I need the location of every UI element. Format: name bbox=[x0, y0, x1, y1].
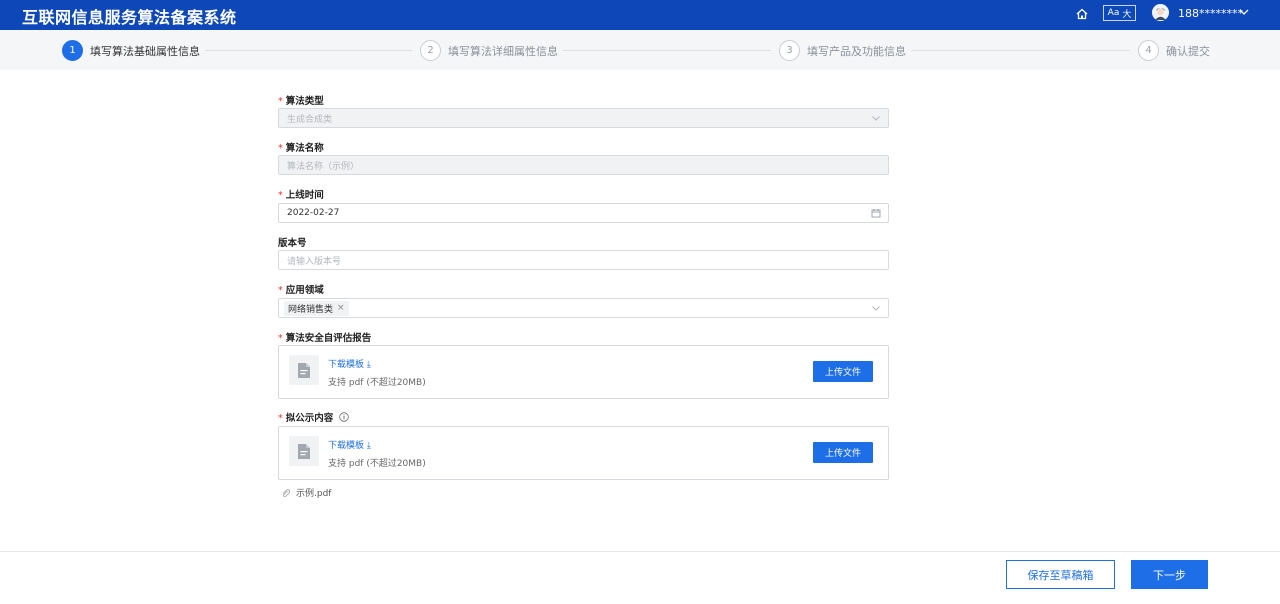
required-mark: * bbox=[278, 143, 283, 154]
algo-name-placeholder: 算法名称（示例） bbox=[287, 161, 360, 172]
app-title: 互联网信息服务算法备案系统 bbox=[22, 8, 237, 27]
version-input[interactable]: 请输入版本号 bbox=[278, 250, 889, 270]
step-connector bbox=[205, 50, 412, 51]
required-mark: * bbox=[278, 190, 283, 201]
font-small-label: Aa bbox=[1107, 8, 1120, 18]
step-connector bbox=[563, 50, 771, 51]
step-number: 3 bbox=[779, 40, 800, 61]
public-content-label: * 拟公示内容 bbox=[278, 410, 349, 424]
top-header: 互联网信息服务算法备案系统 Aa 大 188******** bbox=[0, 0, 1280, 30]
step-1[interactable]: 1 填写算法基础属性信息 bbox=[62, 40, 200, 61]
chevron-down-icon[interactable] bbox=[1238, 6, 1250, 18]
required-mark: * bbox=[278, 285, 283, 296]
version-label: 版本号 bbox=[278, 238, 307, 249]
step-4[interactable]: 4 确认提交 bbox=[1138, 40, 1210, 61]
step-label: 确认提交 bbox=[1166, 44, 1210, 58]
algo-type-label: * 算法类型 bbox=[278, 96, 324, 107]
step-number: 4 bbox=[1138, 40, 1159, 61]
font-large-label: 大 bbox=[1122, 9, 1132, 20]
self-report-label: * 算法安全自评估报告 bbox=[278, 333, 372, 344]
step-label: 填写算法基础属性信息 bbox=[90, 44, 200, 58]
step-label: 填写产品及功能信息 bbox=[807, 44, 906, 58]
upload-file-button[interactable]: 上传文件 bbox=[813, 442, 873, 463]
algo-type-value: 生成合成类 bbox=[287, 114, 333, 125]
public-content-upload: 下载模板 ⤓ 支持 pdf (不超过20MB) 上传文件 bbox=[278, 426, 889, 480]
info-icon[interactable] bbox=[338, 412, 349, 422]
document-icon bbox=[289, 436, 319, 466]
domain-label: * 应用领域 bbox=[278, 285, 324, 296]
domain-tag-label: 网络销售类 bbox=[288, 304, 334, 315]
online-time-label: * 上线时间 bbox=[278, 190, 324, 201]
calendar-icon[interactable] bbox=[871, 208, 881, 218]
domain-select[interactable]: 网络销售类 × bbox=[278, 298, 889, 318]
paperclip-icon bbox=[282, 488, 290, 497]
required-mark: * bbox=[278, 413, 283, 424]
chevron-down-icon bbox=[872, 116, 880, 121]
user-avatar-icon bbox=[1152, 4, 1169, 21]
required-mark: * bbox=[278, 96, 283, 107]
download-template-link[interactable]: 下载模板 ⤓ bbox=[328, 357, 371, 370]
attachment-item[interactable]: 示例.pdf bbox=[281, 486, 331, 499]
step-connector bbox=[911, 50, 1130, 51]
algo-name-label: * 算法名称 bbox=[278, 143, 324, 154]
upload-file-button[interactable]: 上传文件 bbox=[813, 361, 873, 382]
step-label: 填写算法详细属性信息 bbox=[448, 44, 558, 58]
attachment-name: 示例.pdf bbox=[296, 489, 332, 499]
online-time-value: 2022-02-27 bbox=[287, 208, 340, 218]
step-number: 1 bbox=[62, 40, 83, 61]
required-mark: * bbox=[278, 333, 283, 344]
document-icon bbox=[289, 355, 319, 385]
user-name[interactable]: 188******** bbox=[1178, 7, 1243, 20]
algo-type-select[interactable]: 生成合成类 bbox=[278, 108, 889, 128]
version-placeholder: 请输入版本号 bbox=[287, 256, 342, 267]
home-icon[interactable] bbox=[1075, 7, 1089, 21]
save-draft-button[interactable]: 保存至草稿箱 bbox=[1006, 560, 1115, 589]
upload-hint: 支持 pdf (不超过20MB) bbox=[328, 459, 426, 469]
online-time-input[interactable]: 2022-02-27 bbox=[278, 203, 889, 223]
chevron-down-icon bbox=[872, 306, 880, 311]
close-icon[interactable]: × bbox=[337, 303, 345, 313]
next-step-button[interactable]: 下一步 bbox=[1131, 560, 1208, 589]
self-report-upload: 下载模板 ⤓ 支持 pdf (不超过20MB) 上传文件 bbox=[278, 345, 889, 399]
footer-bar: 保存至草稿箱 下一步 bbox=[0, 551, 1280, 604]
download-icon: ⤓ bbox=[366, 441, 371, 451]
step-2[interactable]: 2 填写算法详细属性信息 bbox=[420, 40, 558, 61]
download-template-link[interactable]: 下载模板 ⤓ bbox=[328, 438, 371, 451]
upload-hint: 支持 pdf (不超过20MB) bbox=[328, 378, 426, 388]
font-size-button[interactable]: Aa 大 bbox=[1103, 5, 1136, 21]
avatar[interactable] bbox=[1152, 4, 1169, 21]
domain-tag[interactable]: 网络销售类 × bbox=[284, 300, 349, 316]
step-3[interactable]: 3 填写产品及功能信息 bbox=[779, 40, 906, 61]
download-icon: ⤓ bbox=[366, 360, 371, 370]
step-number: 2 bbox=[420, 40, 441, 61]
algo-name-input[interactable]: 算法名称（示例） bbox=[278, 155, 889, 175]
